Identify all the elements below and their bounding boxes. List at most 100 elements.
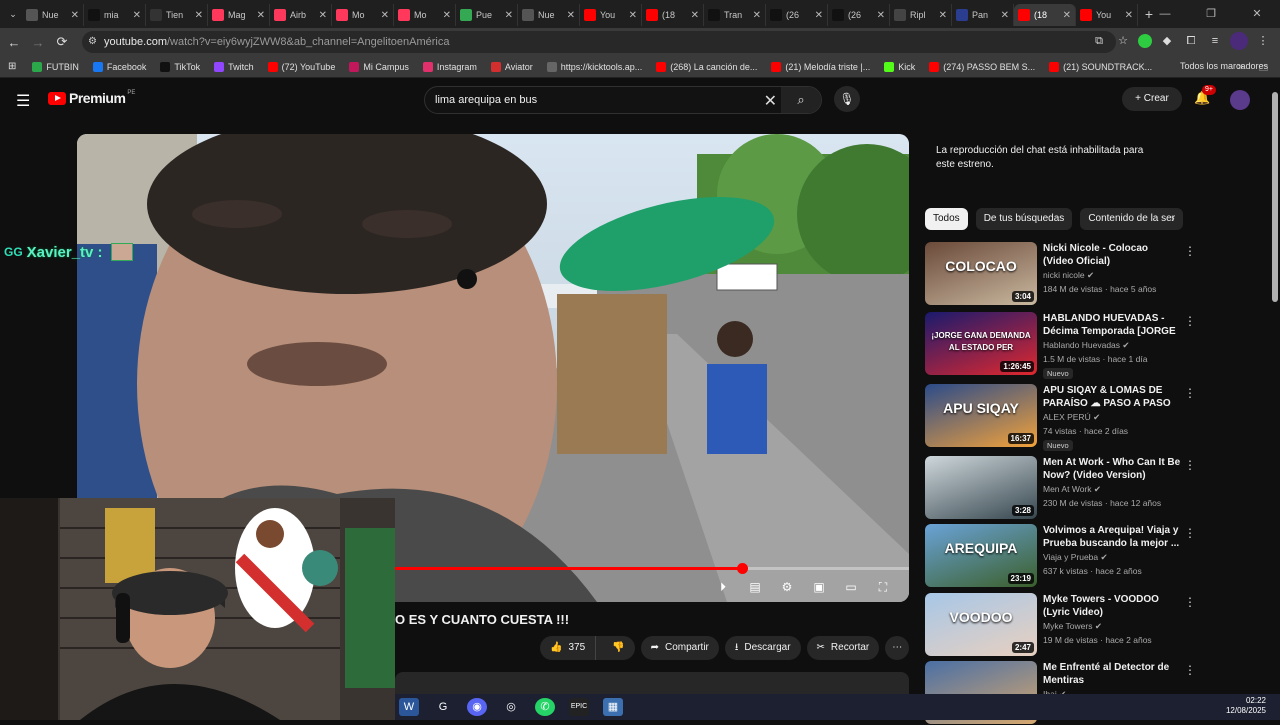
- more-options-icon[interactable]: ⋮: [1184, 314, 1196, 328]
- close-tab-icon[interactable]: ✕: [1063, 10, 1071, 21]
- bookmark-item[interactable]: (72) YouTube: [267, 61, 335, 72]
- bookmark-item[interactable]: FUTBIN: [32, 61, 79, 72]
- bookmark-item[interactable]: Mi Campus: [349, 61, 409, 72]
- extension-green-icon[interactable]: [1138, 34, 1152, 48]
- close-tab-icon[interactable]: ✕: [443, 10, 451, 21]
- browser-tab[interactable]: You ✕: [580, 4, 642, 26]
- video-title[interactable]: Me Enfrenté al Detector de Mentiras: [1043, 661, 1181, 687]
- browser-tab[interactable]: mia ✕: [84, 4, 146, 26]
- miniplayer-icon[interactable]: ▣: [808, 578, 830, 596]
- profile-icon[interactable]: [1230, 32, 1248, 50]
- fullscreen-icon[interactable]: ⛶: [872, 578, 894, 596]
- discord-icon[interactable]: ◉: [467, 698, 487, 716]
- minimize-icon[interactable]: —: [1142, 0, 1188, 28]
- close-tab-icon[interactable]: ✕: [195, 10, 203, 21]
- theater-mode-icon[interactable]: ▭: [840, 578, 862, 596]
- video-title[interactable]: Men At Work - Who Can It Be Now? (Video …: [1043, 456, 1181, 482]
- download-button[interactable]: ⭳ Descargar: [724, 636, 801, 660]
- video-thumbnail[interactable]: APU SIQAY 16:37: [925, 384, 1037, 447]
- more-options-icon[interactable]: ⋮: [1184, 526, 1196, 540]
- recommended-video[interactable]: ¡JORGE GANA DEMANDA AL ESTADO PER 1:26:4…: [925, 312, 1196, 379]
- calculator-icon[interactable]: ▦: [603, 698, 623, 716]
- description-box[interactable]: [395, 672, 909, 696]
- close-window-icon[interactable]: ✕: [1234, 0, 1280, 28]
- channel-name[interactable]: ALEX PERÚ ✔: [1043, 412, 1100, 423]
- browser-tab[interactable]: Nue ✕: [518, 4, 580, 26]
- filter-chip[interactable]: Contenido de la ser: [1080, 208, 1184, 230]
- browser-tab[interactable]: Airb ✕: [270, 4, 332, 26]
- settings-gear-icon[interactable]: ⚙: [776, 578, 798, 596]
- close-tab-icon[interactable]: ✕: [877, 10, 885, 21]
- reload-icon[interactable]: ⟳: [50, 34, 74, 50]
- video-title[interactable]: Myke Towers - VOODOO (Lyric Video): [1043, 593, 1181, 619]
- search-button[interactable]: ⌕: [781, 87, 821, 113]
- subtitles-icon[interactable]: ▤: [744, 578, 766, 596]
- browser-tab[interactable]: Pue ✕: [456, 4, 518, 26]
- video-title[interactable]: Volvimos a Arequipa! Viaja y Prueba busc…: [1043, 524, 1181, 550]
- bookmark-item[interactable]: Instagram: [422, 61, 477, 72]
- close-tab-icon[interactable]: ✕: [133, 10, 141, 21]
- bookmark-item[interactable]: (21) Melodía triste |...: [771, 61, 870, 72]
- bookmark-item[interactable]: Facebook: [92, 61, 146, 72]
- recommended-video[interactable]: AREQUIPA 23:19 Volvimos a Arequipa! Viaj…: [925, 524, 1196, 588]
- chips-next-icon[interactable]: ›: [1171, 213, 1175, 225]
- search-input[interactable]: lima arequipa en bus: [435, 94, 537, 106]
- close-tab-icon[interactable]: ✕: [257, 10, 265, 21]
- channel-name[interactable]: Viaja y Prueba ✔: [1043, 552, 1108, 563]
- video-thumbnail[interactable]: VOODOO 2:47: [925, 593, 1037, 656]
- app-g-icon[interactable]: G: [433, 698, 453, 716]
- more-options-icon[interactable]: ⋮: [1184, 244, 1196, 258]
- tab-search-icon[interactable]: ⌄: [4, 9, 22, 20]
- notifications-bell-icon[interactable]: 🔔 9+: [1194, 85, 1216, 106]
- close-tab-icon[interactable]: ✕: [753, 10, 761, 21]
- channel-name[interactable]: Hablando Huevadas ✔: [1043, 340, 1130, 351]
- bookmark-item[interactable]: (274) PASSO BEM S...: [929, 61, 1035, 72]
- more-options-icon[interactable]: ⋮: [1184, 663, 1196, 677]
- all-bookmarks-label[interactable]: Todos los marcadores: [1180, 61, 1268, 71]
- recommended-video[interactable]: VOODOO 2:47 Myke Towers - VOODOO (Lyric …: [925, 593, 1196, 657]
- close-tab-icon[interactable]: ✕: [71, 10, 79, 21]
- filter-chip[interactable]: Todos: [925, 208, 968, 230]
- close-tab-icon[interactable]: ✕: [319, 10, 327, 21]
- video-title[interactable]: APU SIQAY & LOMAS DE PARAÍSO ☁ PASO A PA…: [1043, 384, 1181, 410]
- bookmark-item[interactable]: https://kicktools.ap...: [546, 61, 642, 72]
- filter-chip[interactable]: De tus búsquedas: [975, 208, 1073, 230]
- close-tab-icon[interactable]: ✕: [381, 10, 389, 21]
- maximize-icon[interactable]: ❐: [1188, 0, 1234, 28]
- back-icon[interactable]: ←: [2, 35, 26, 50]
- share-button[interactable]: ➦ Compartir: [640, 636, 719, 660]
- clip-button[interactable]: ✂ Recortar: [806, 636, 880, 660]
- close-tab-icon[interactable]: ✕: [505, 10, 513, 21]
- recommended-video[interactable]: APU SIQAY 16:37 APU SIQAY & LOMAS DE PAR…: [925, 384, 1196, 451]
- extension-icon[interactable]: ◆: [1158, 32, 1176, 50]
- clear-search-icon[interactable]: ✕: [764, 91, 777, 111]
- browser-tab[interactable]: (18 ✕: [642, 4, 704, 26]
- forward-icon[interactable]: →: [26, 35, 50, 50]
- more-options-icon[interactable]: ⋮: [1184, 595, 1196, 609]
- bookmark-item[interactable]: Aviator: [490, 61, 533, 72]
- browser-tab[interactable]: (18 ✕: [1014, 4, 1076, 26]
- channel-name[interactable]: Myke Towers ✔: [1043, 621, 1102, 632]
- whatsapp-icon[interactable]: ✆: [535, 698, 555, 716]
- video-title[interactable]: HABLANDO HUEVADAS - Décima Temporada [JO…: [1043, 312, 1181, 338]
- close-tab-icon[interactable]: ✕: [939, 10, 947, 21]
- more-options-icon[interactable]: ⋮: [1184, 386, 1196, 400]
- url-input[interactable]: ⚙ youtube.com/watch?v=eiy6wyjZWW8&ab_cha…: [82, 31, 1116, 53]
- extensions-puzzle-icon[interactable]: ⧠: [1182, 32, 1200, 50]
- recommended-video[interactable]: 3:28 Men At Work - Who Can It Be Now? (V…: [925, 456, 1196, 520]
- bookmark-item[interactable]: Kick: [884, 61, 915, 72]
- epic-games-icon[interactable]: EPIC: [569, 698, 589, 716]
- video-thumbnail[interactable]: COLOCAO 3:04: [925, 242, 1037, 305]
- video-title[interactable]: Nicki Nicole - Colocao (Video Oficial): [1043, 242, 1181, 268]
- browser-menu-icon[interactable]: ⋮: [1254, 32, 1272, 50]
- reading-list-icon[interactable]: ≡: [1206, 32, 1224, 50]
- close-tab-icon[interactable]: ✕: [691, 10, 699, 21]
- bookmark-item[interactable]: Twitch: [214, 61, 254, 72]
- more-actions-button[interactable]: ⋯: [885, 636, 910, 660]
- app-palette-icon[interactable]: ◎: [501, 698, 521, 716]
- youtube-logo[interactable]: Premium PE: [48, 90, 135, 106]
- more-options-icon[interactable]: ⋮: [1184, 458, 1196, 472]
- browser-tab[interactable]: Mag ✕: [208, 4, 270, 26]
- channel-name[interactable]: nicki nicole ✔: [1043, 270, 1094, 281]
- install-icon[interactable]: ⧉: [1090, 32, 1108, 50]
